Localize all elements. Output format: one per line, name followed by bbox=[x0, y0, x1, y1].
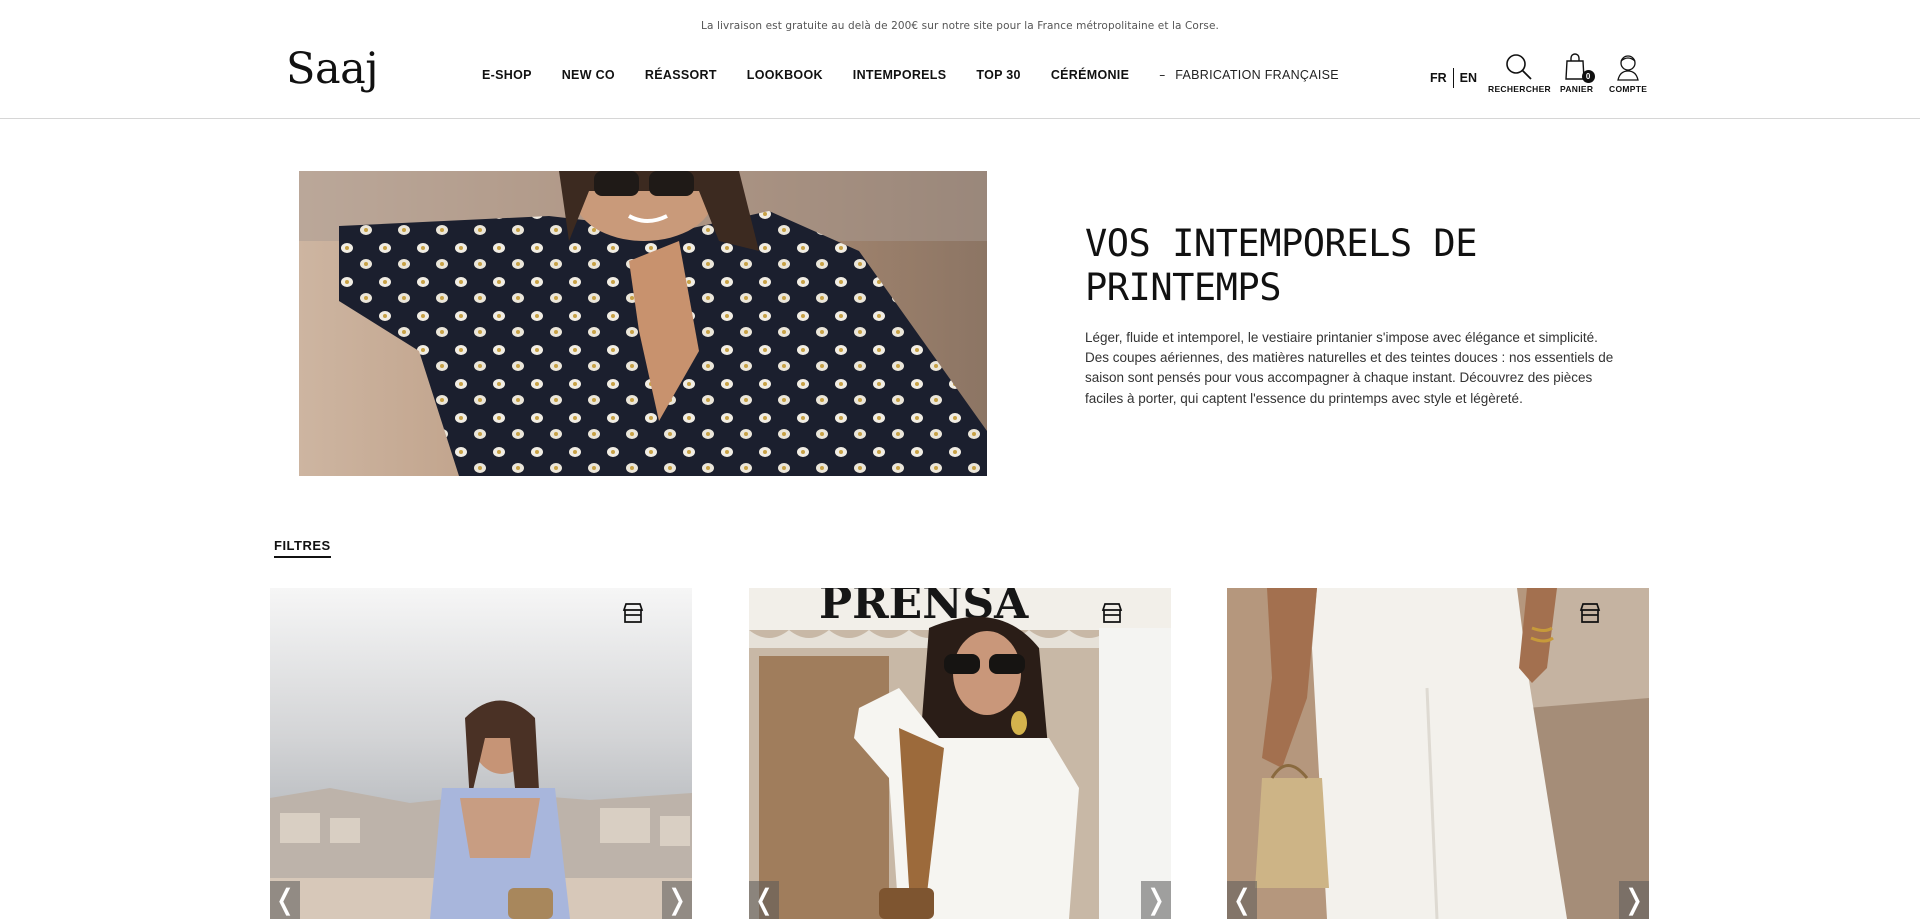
shipping-announcement: La livraison est gratuite au delà de 200… bbox=[701, 20, 1219, 32]
store-icon bbox=[622, 603, 644, 623]
filters-button[interactable]: FILTRES bbox=[274, 538, 331, 558]
site-header: La livraison est gratuite au delà de 200… bbox=[0, 0, 1920, 119]
cart-label: PANIER bbox=[1560, 84, 1594, 94]
product-card[interactable]: ❬ ❭ bbox=[270, 588, 692, 919]
store-icon bbox=[1101, 603, 1123, 623]
cart-count-badge: 0 bbox=[1581, 70, 1595, 83]
lang-en[interactable]: EN bbox=[1460, 71, 1477, 85]
main-nav: E-SHOP NEW CO RÉASSORT LOOKBOOK INTEMPOR… bbox=[482, 68, 1369, 82]
carousel-prev-button[interactable]: ❬ bbox=[270, 881, 300, 919]
nav-item-lookbook[interactable]: LOOKBOOK bbox=[747, 68, 823, 82]
brand-logo[interactable]: Saaj bbox=[286, 44, 379, 94]
product-image: PRENSA bbox=[749, 588, 1171, 919]
nav-item-ceremonie[interactable]: CÉRÉMONIE bbox=[1051, 68, 1129, 82]
lang-fr[interactable]: FR bbox=[1430, 71, 1447, 85]
lang-divider bbox=[1452, 68, 1454, 88]
nav-item-intemporels[interactable]: INTEMPORELS bbox=[853, 68, 947, 82]
nav-item-reassort[interactable]: RÉASSORT bbox=[645, 68, 717, 82]
nav-dash: – bbox=[1159, 68, 1166, 82]
search-icon bbox=[1506, 54, 1533, 80]
nav-item-eshop[interactable]: E-SHOP bbox=[482, 68, 532, 82]
nav-item-new-co[interactable]: NEW CO bbox=[562, 68, 615, 82]
carousel-next-button[interactable]: ❭ bbox=[662, 881, 692, 919]
account-label: COMPTE bbox=[1609, 84, 1648, 94]
store-icon bbox=[1579, 603, 1601, 623]
hero-title: VOS INTEMPORELS DE PRINTEMPS bbox=[1085, 222, 1477, 309]
carousel-next-button[interactable]: ❭ bbox=[1141, 881, 1171, 919]
language-switcher: FR EN bbox=[1430, 68, 1477, 88]
carousel-next-button[interactable]: ❭ bbox=[1619, 881, 1649, 919]
carousel-prev-button[interactable]: ❬ bbox=[749, 881, 779, 919]
nav-item-fabrication-francaise[interactable]: FABRICATION FRANÇAISE bbox=[1175, 68, 1339, 82]
product-card[interactable]: ❬ ❭ bbox=[1227, 588, 1649, 919]
product-image bbox=[270, 588, 692, 919]
nav-item-top-30[interactable]: TOP 30 bbox=[976, 68, 1020, 82]
product-image bbox=[1227, 588, 1649, 919]
carousel-prev-button[interactable]: ❬ bbox=[1227, 881, 1257, 919]
user-icon bbox=[1617, 55, 1639, 81]
hero-description: Léger, fluide et intemporel, le vestiair… bbox=[1085, 330, 1614, 406]
account-button[interactable]: COMPTE bbox=[1609, 52, 1647, 94]
cart-button[interactable]: 0 PANIER bbox=[1560, 52, 1595, 94]
search-button[interactable]: RECHERCHER bbox=[1488, 52, 1551, 94]
product-card[interactable]: PRENSA ❬ ❭ bbox=[749, 588, 1171, 919]
search-label: RECHERCHER bbox=[1488, 84, 1551, 94]
hero-image bbox=[299, 171, 987, 476]
